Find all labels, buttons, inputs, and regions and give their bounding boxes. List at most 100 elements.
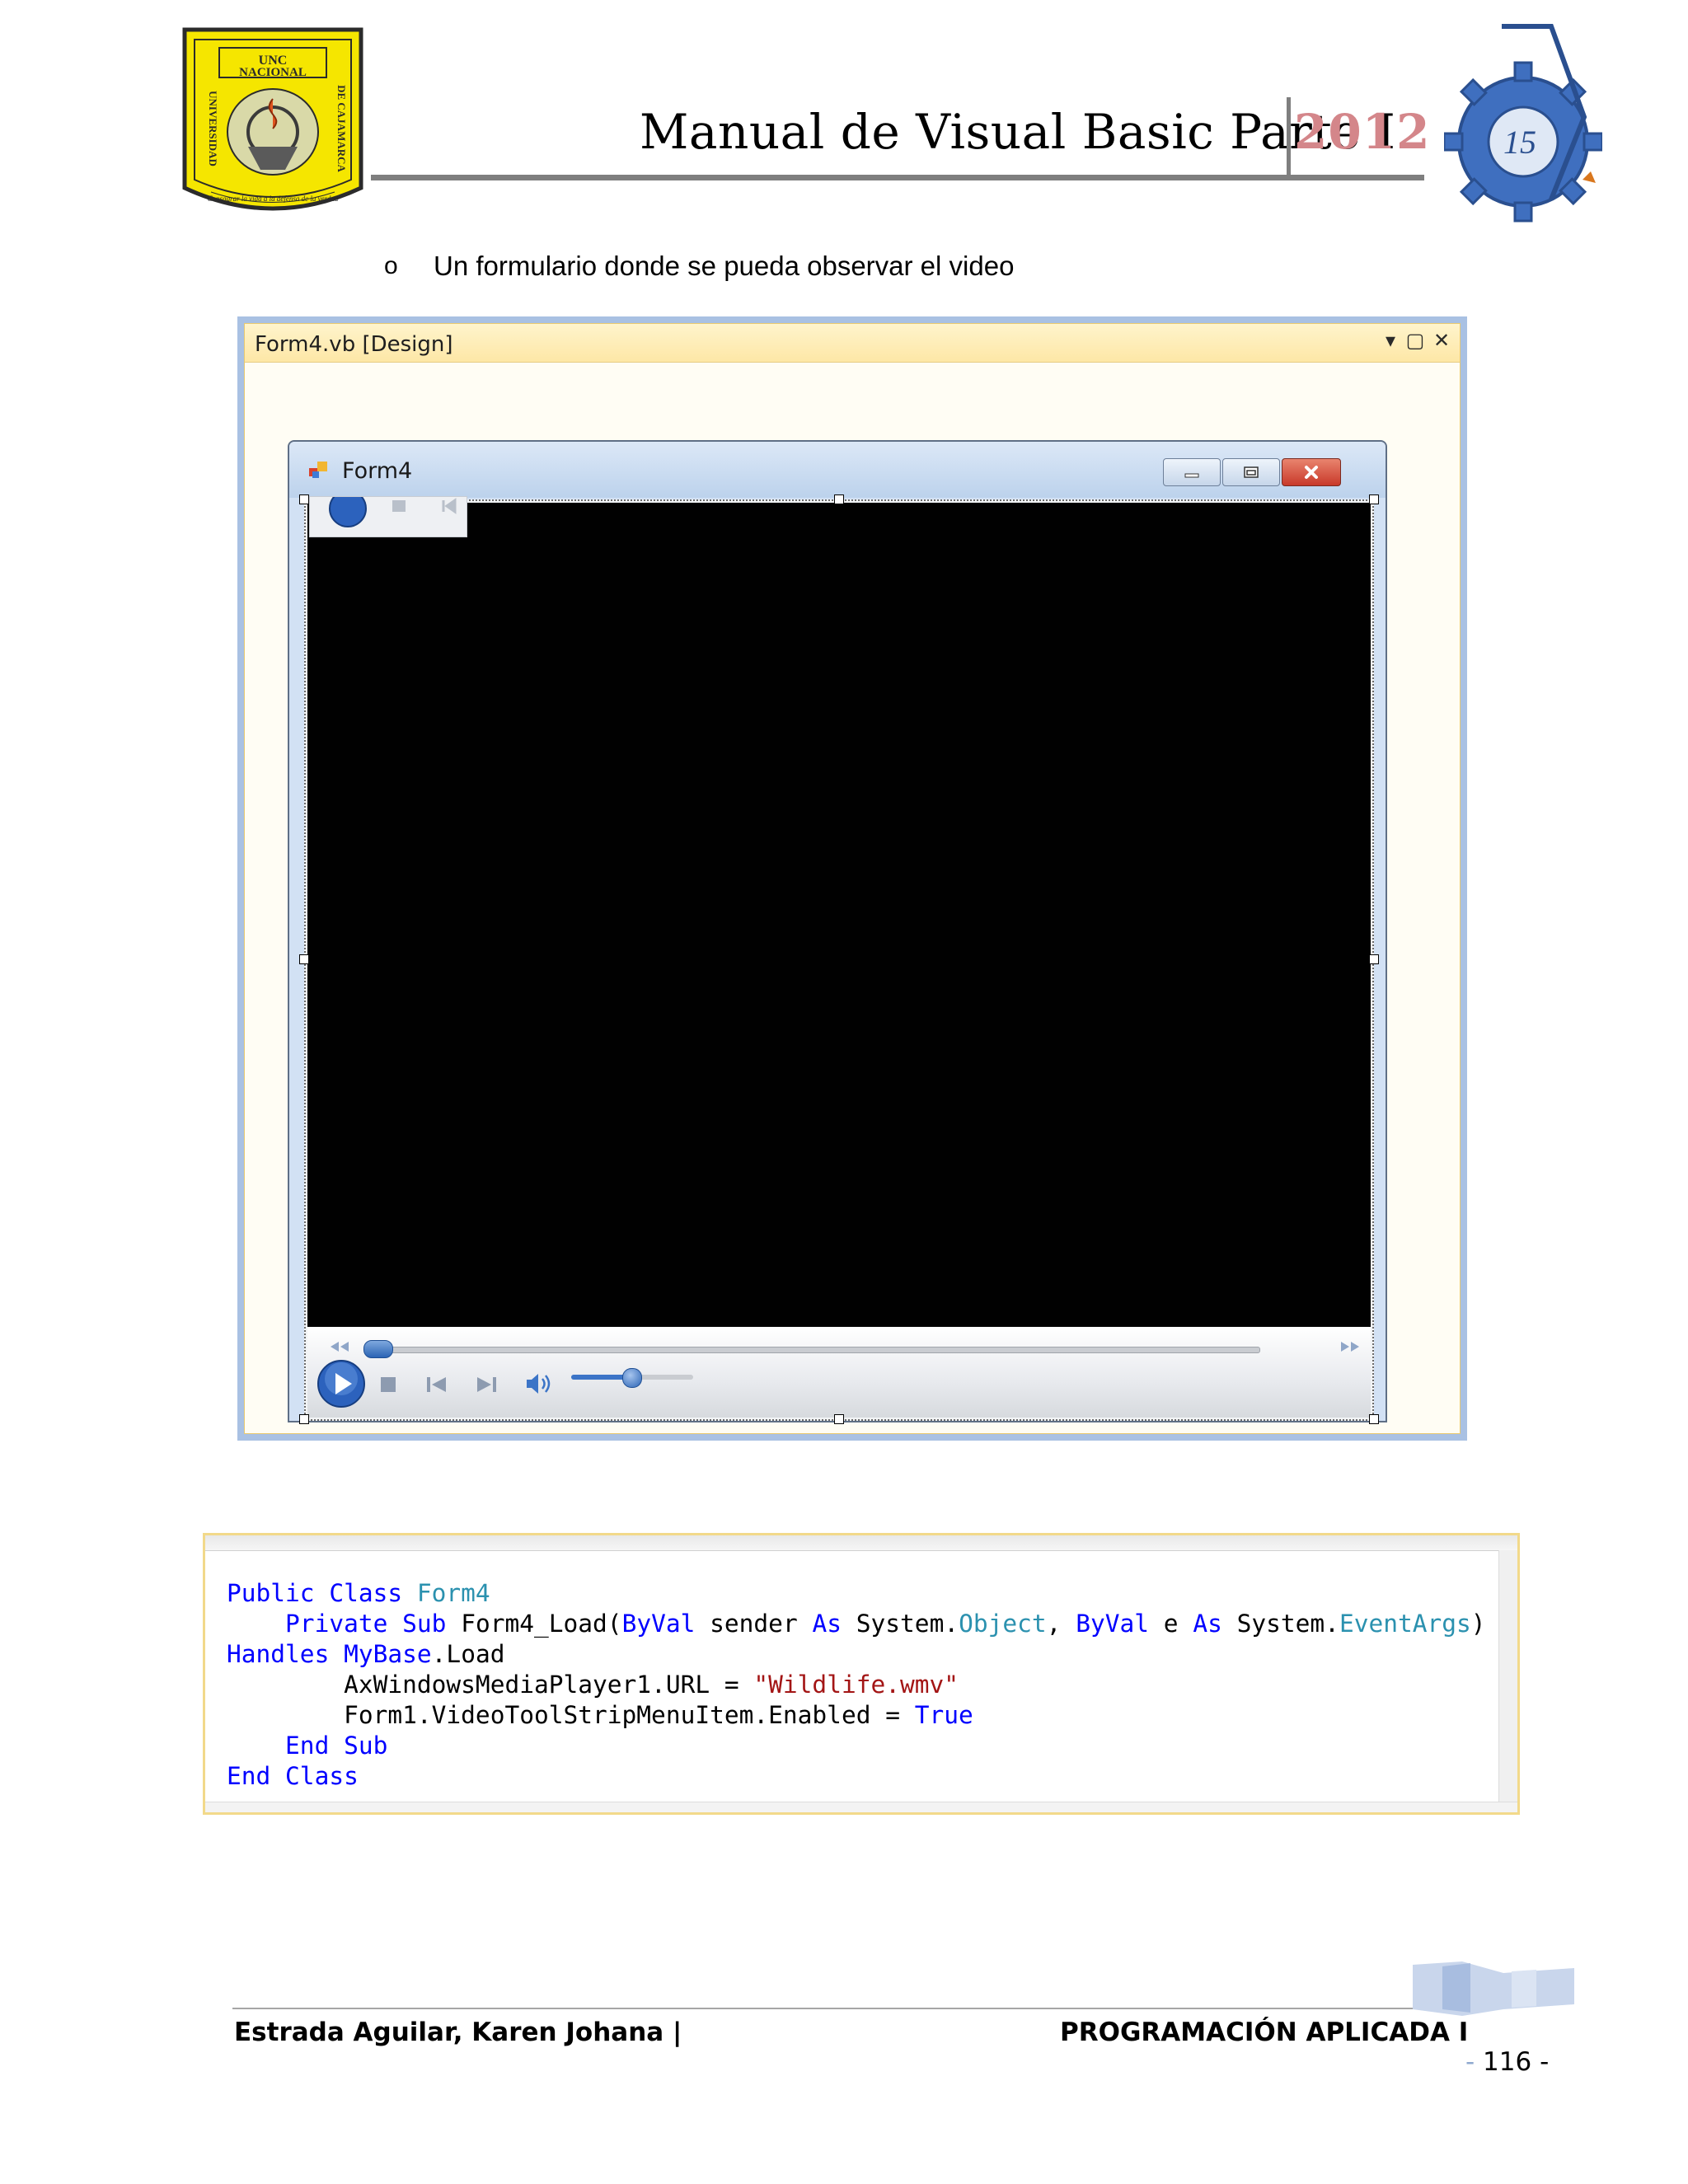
designer-panel: Form4.vb [Design] ▾ ▢ ✕ Form4 — [244, 323, 1461, 1434]
code-keyword: End Class — [227, 1762, 359, 1790]
code-text: System. — [1236, 1610, 1339, 1638]
code-keyword: MyBase — [344, 1640, 432, 1668]
selection-handle[interactable] — [1369, 954, 1379, 964]
code-keyword: End Sub — [285, 1732, 388, 1760]
university-logo: UNC NACIONAL UNIVERSIDAD DE CAJAMARCA Co… — [182, 27, 363, 211]
document-year: 2012 — [1294, 104, 1431, 160]
code-line: Handles MyBase.Load — [227, 1640, 504, 1668]
code-keyword: ByVal — [1076, 1610, 1164, 1638]
mini-play-icon — [329, 490, 457, 527]
code-line: Private Sub Form4_Load(ByVal sender As S… — [227, 1610, 1486, 1638]
code-text: AxWindowsMediaPlayer1.URL = — [227, 1671, 754, 1699]
selection-handle[interactable] — [299, 494, 309, 504]
code-keyword: Public Class — [227, 1579, 417, 1607]
selection-handle[interactable] — [1369, 1414, 1379, 1424]
code-line: Form1.VideoToolStripMenuItem.Enabled = T… — [227, 1701, 973, 1729]
code-text: e — [1163, 1610, 1193, 1638]
bullet-marker: o — [384, 252, 398, 279]
code-text: Form4_Load( — [461, 1610, 622, 1638]
code-keyword: ByVal — [621, 1610, 710, 1638]
minimize-icon — [1164, 459, 1220, 485]
designer-tab-bar: Form4.vb [Design] ▾ ▢ ✕ — [245, 324, 1460, 363]
svg-text:DE CAJAMARCA: DE CAJAMARCA — [335, 85, 348, 172]
title-separator — [1287, 97, 1291, 176]
play-icon[interactable] — [316, 1358, 367, 1409]
selection-handle[interactable] — [834, 1414, 844, 1424]
media-player-control[interactable] — [304, 490, 1374, 1421]
code-keyword: Handles — [227, 1640, 345, 1668]
volume-icon[interactable] — [523, 1371, 556, 1396]
selection-handle[interactable] — [834, 494, 844, 504]
player-controls — [307, 1327, 1371, 1418]
bullet-text: Un formulario donde se pueda observar el… — [434, 251, 1015, 281]
svg-text:Consagrar la vida a la defensa: Consagrar la vida a la defensa de la ver… — [208, 194, 339, 203]
code-text: sender — [710, 1610, 813, 1638]
code-keyword: As — [812, 1610, 856, 1638]
faculty-gear-logo: 15 — [1444, 24, 1602, 223]
fast-forward-icon[interactable] — [1338, 1338, 1362, 1355]
vs-designer-window: Form4.vb [Design] ▾ ▢ ✕ Form4 — [237, 316, 1467, 1441]
previous-icon[interactable] — [424, 1375, 449, 1394]
form-icon — [309, 462, 327, 478]
close-button[interactable] — [1282, 458, 1341, 486]
code-type: Form4 — [416, 1579, 490, 1607]
svg-text:UNIVERSIDAD: UNIVERSIDAD — [207, 91, 219, 166]
stop-icon[interactable] — [378, 1375, 398, 1394]
code-text: .Load — [431, 1640, 505, 1668]
code-string: "Wildlife.wmv" — [753, 1671, 959, 1699]
restore-button[interactable] — [1222, 458, 1280, 486]
footer-decoration — [1413, 1961, 1574, 2016]
next-icon[interactable] — [474, 1375, 499, 1394]
code-keyword: True — [914, 1701, 973, 1729]
designer-tab-title[interactable]: Form4.vb [Design] — [255, 332, 453, 357]
player-mini-toolbar — [309, 490, 467, 537]
restore-icon — [1223, 459, 1279, 485]
close-x-icon — [1282, 459, 1340, 485]
footer-course: PROGRAMACIÓN APLICADA I — [1060, 2018, 1469, 2047]
svg-text:NACIONAL: NACIONAL — [239, 66, 307, 79]
code-editor-statusbar — [205, 1802, 1517, 1812]
code-line: End Class — [227, 1762, 359, 1790]
code-scrollbar[interactable] — [1498, 1550, 1517, 1802]
form4-titlebar[interactable]: Form4 — [289, 442, 1386, 498]
selection-handle[interactable] — [1369, 494, 1379, 504]
code-text: , — [1046, 1610, 1076, 1638]
seek-bar[interactable] — [368, 1347, 1260, 1353]
code-editor-dropdowns[interactable] — [205, 1535, 1517, 1551]
page-prefix: - — [1465, 2047, 1475, 2077]
code-keyword: Private Sub — [285, 1610, 462, 1638]
page-suffix: - — [1540, 2047, 1550, 2077]
footer-author: Estrada Aguilar, Karen Johana | — [234, 2018, 682, 2047]
volume-thumb[interactable] — [622, 1368, 642, 1388]
code-editor[interactable]: Public Class Form4 Private Sub Form4_Loa… — [203, 1533, 1520, 1815]
code-line: Public Class Form4 — [227, 1579, 490, 1607]
footer-rule — [232, 2008, 1424, 2009]
form4-title: Form4 — [342, 458, 413, 484]
code-type: Object — [959, 1610, 1047, 1638]
rewind-icon[interactable] — [327, 1338, 352, 1355]
page-number: - 116 - — [1465, 2047, 1549, 2077]
selection-handle[interactable] — [299, 954, 309, 964]
header-rule — [371, 175, 1424, 180]
form4-window[interactable]: Form4 — [288, 440, 1387, 1424]
code-text: System. — [856, 1610, 959, 1638]
document-title: Manual de Visual Basic Parte I — [640, 104, 1396, 160]
minimize-button[interactable] — [1163, 458, 1221, 486]
close-icon[interactable]: ✕ — [1430, 329, 1453, 354]
video-area[interactable] — [307, 503, 1371, 1327]
svg-text:15: 15 — [1503, 124, 1536, 161]
code-line: AxWindowsMediaPlayer1.URL = "Wildlife.wm… — [227, 1671, 959, 1699]
code-type: EventArgs — [1339, 1610, 1471, 1638]
code-keyword: As — [1193, 1610, 1237, 1638]
code-text: Form1.VideoToolStripMenuItem.Enabled = — [227, 1701, 915, 1729]
code-text: ) — [1470, 1610, 1486, 1638]
seek-thumb[interactable] — [363, 1340, 393, 1358]
dropdown-icon[interactable]: ▾ — [1379, 329, 1402, 354]
code-line: End Sub — [227, 1732, 387, 1760]
code-listing: Public Class Form4 Private Sub Form4_Loa… — [227, 1578, 1486, 1792]
maximize-icon[interactable]: ▢ — [1404, 329, 1427, 354]
page-number-value: 116 — [1483, 2047, 1532, 2077]
selection-handle[interactable] — [299, 1414, 309, 1424]
